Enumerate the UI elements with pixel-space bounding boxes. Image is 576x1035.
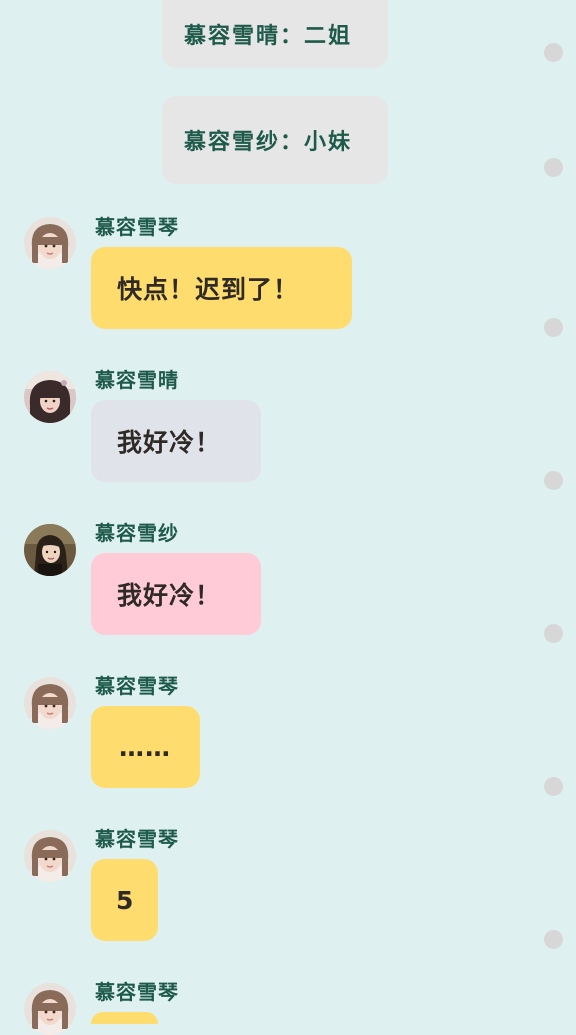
avatar-image-icon [24,830,76,882]
sender-name: 慕容雪琴 [95,827,179,851]
sender-name: 慕容雪琴 [95,674,179,698]
avatar-image-icon [24,217,76,269]
message-bubble[interactable]: 快点！迟到了！ [91,247,352,329]
avatar-image-icon [24,371,76,423]
chat-area[interactable]: 慕容雪晴：二姐 慕容雪纱：小妹 慕容雪琴 快点！迟到了！ 慕容雪晴 我好冷！ 慕… [0,0,576,1035]
avatar[interactable] [24,217,76,269]
avatar[interactable] [24,983,76,1035]
select-circle[interactable] [544,43,563,62]
avatar[interactable] [24,677,76,729]
avatar-image-icon [24,677,76,729]
message-bubble[interactable]: 5 [91,859,158,941]
message-bubble[interactable] [91,1012,158,1024]
avatar[interactable] [24,524,76,576]
sender-name: 慕容雪晴 [95,368,179,392]
avatar-image-icon [24,524,76,576]
message-bubble[interactable]: 我好冷！ [91,400,261,482]
message-text: 我好冷！ [117,428,222,457]
message-text: 5 [116,885,135,915]
system-message-text: 慕容雪晴：二姐 [184,24,353,49]
sender-name: 慕容雪琴 [95,215,179,239]
message-text: …… [119,732,171,762]
avatar[interactable] [24,371,76,423]
sender-name: 慕容雪纱 [95,521,179,545]
select-circle[interactable] [544,930,563,949]
select-circle[interactable] [544,777,563,796]
select-circle[interactable] [544,158,563,177]
select-circle[interactable] [544,318,563,337]
system-message: 慕容雪纱：小妹 [162,96,388,184]
message-bubble[interactable]: 我好冷！ [91,553,261,635]
avatar[interactable] [24,830,76,882]
message-text: 快点！迟到了！ [117,275,300,304]
message-text: 我好冷！ [117,581,222,610]
system-message: 慕容雪晴：二姐 [162,0,388,68]
avatar-image-icon [24,983,76,1035]
sender-name: 慕容雪琴 [95,980,179,1004]
message-bubble[interactable]: …… [91,706,200,788]
system-message-text: 慕容雪纱：小妹 [184,130,353,155]
select-circle[interactable] [544,471,563,490]
select-circle[interactable] [544,624,563,643]
